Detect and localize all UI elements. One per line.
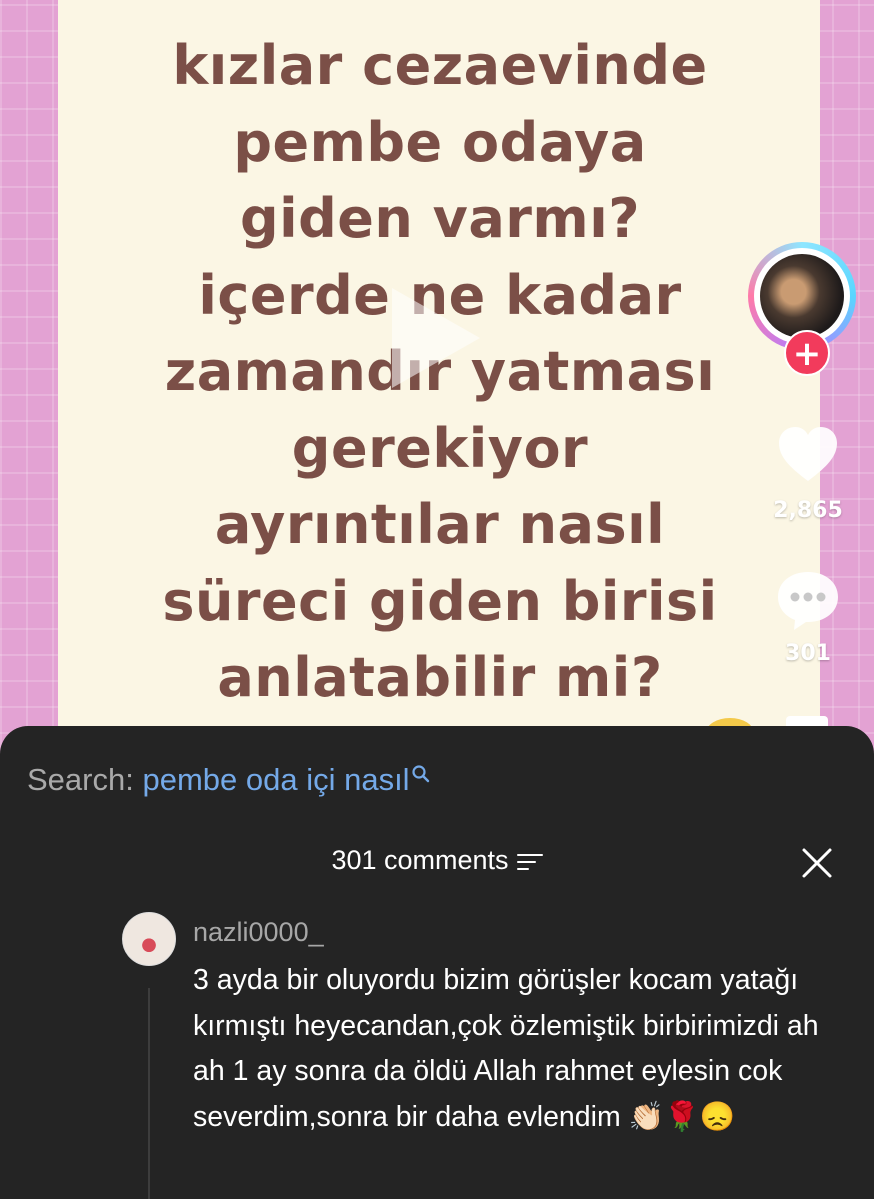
- creator-avatar[interactable]: [748, 242, 866, 350]
- heart-icon[interactable]: [776, 424, 840, 488]
- comment-count: 301: [785, 641, 831, 666]
- search-query-link[interactable]: pembe oda içi nasıl: [142, 762, 409, 797]
- close-icon[interactable]: [800, 846, 834, 880]
- comment-text: 3 ayda bir oluyordu bizim görüşler kocam…: [193, 964, 819, 1133]
- comments-title: 301 comments: [331, 845, 509, 875]
- comment-username[interactable]: nazli0000_: [193, 916, 324, 948]
- comments-header: 301 comments: [0, 844, 874, 876]
- avatar-photo: [760, 254, 844, 338]
- like-count: 2,865: [773, 498, 843, 523]
- thread-line: [148, 988, 150, 1199]
- commenter-avatar[interactable]: [122, 912, 176, 966]
- search-suggestion[interactable]: Search: pembe oda içi nasıl: [27, 762, 431, 798]
- play-icon[interactable]: [392, 288, 480, 388]
- follow-button[interactable]: +: [784, 330, 830, 376]
- video-player[interactable]: kızlar cezaevinde pembe odaya giden varm…: [0, 0, 874, 760]
- sort-icon[interactable]: [516, 853, 543, 871]
- comment-bubble-icon[interactable]: [774, 568, 842, 632]
- comments-sheet: Search: pembe oda içi nasıl 301 comments…: [0, 726, 874, 1199]
- search-icon: [411, 765, 429, 783]
- search-label: Search:: [27, 762, 134, 797]
